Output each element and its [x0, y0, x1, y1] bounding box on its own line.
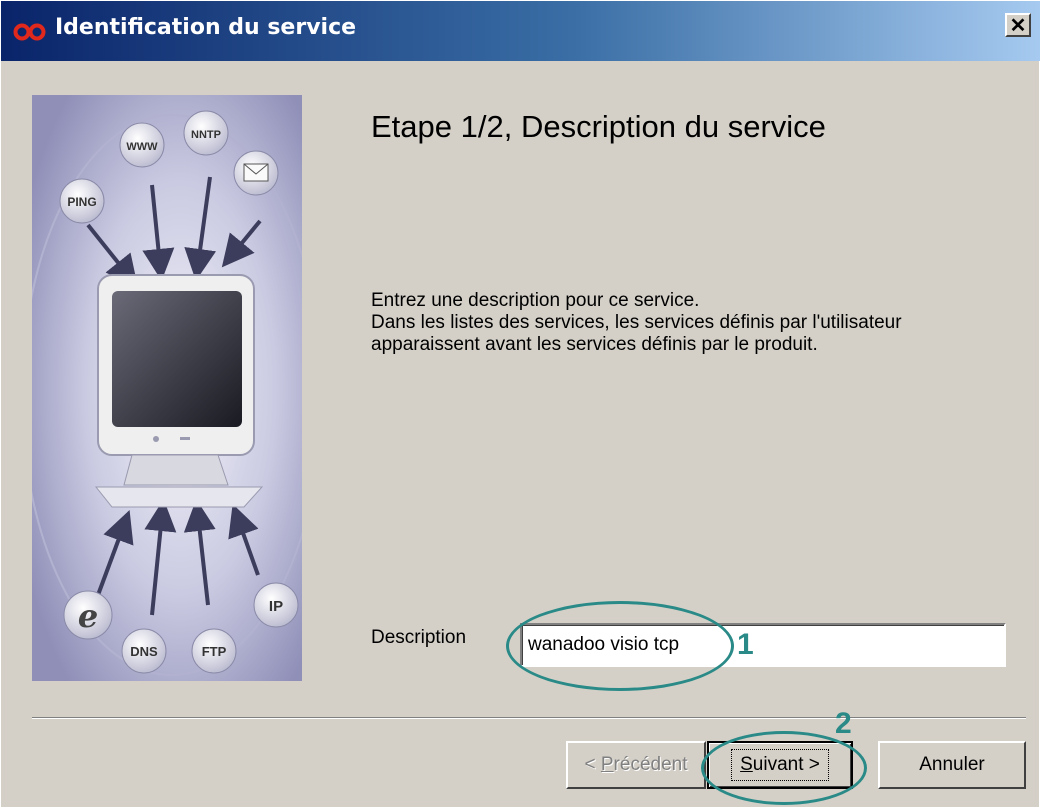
svg-text:e: e [78, 597, 98, 635]
next-label: uivant > [752, 754, 820, 775]
bubble-label-ping: PING [67, 195, 96, 209]
window-title: Identification du service [55, 15, 357, 40]
infinity-logo-icon [13, 23, 46, 41]
close-icon: ✕ [1009, 14, 1027, 37]
previous-prefix: < [584, 754, 601, 775]
description-line-2: Dans les listes des services, les servic… [371, 312, 902, 333]
separator [32, 717, 1026, 719]
cancel-label: Annuler [919, 754, 985, 775]
ping-bubble: PING [59, 178, 105, 224]
bubble-label-dns: DNS [130, 644, 158, 659]
annotation-number-1: 1 [737, 628, 754, 661]
ftp-bubble: FTP [191, 628, 237, 674]
description-input[interactable] [520, 623, 1006, 667]
next-accel: S [740, 754, 753, 775]
previous-label: récédent [613, 754, 688, 775]
dns-bubble: DNS [121, 628, 167, 674]
bubble-label-ftp: FTP [202, 644, 227, 659]
internet-explorer-icon: e [63, 590, 113, 640]
mail-icon [233, 150, 279, 196]
bubble-label-ip: IP [269, 598, 283, 615]
bubble-label-www: WWW [126, 141, 158, 153]
step-heading: Etape 1/2, Description du service [371, 109, 826, 144]
previous-accel: P [600, 754, 614, 775]
previous-button[interactable]: < Précédent [566, 741, 706, 789]
ip-bubble: IP [253, 582, 299, 628]
next-button[interactable]: Suivant > [707, 741, 853, 789]
annotation-number-2: 2 [835, 707, 852, 740]
title-bar[interactable]: Identification du service ✕ [1, 1, 1040, 61]
nntp-bubble: NNTP [183, 110, 229, 156]
description-line-3: apparaissent avant les services définis … [371, 334, 818, 355]
dialog-window: Identification du service ✕ WWW NNTP PIN… [0, 0, 1040, 808]
bubble-label-nntp: NNTP [191, 129, 221, 141]
cancel-button[interactable]: Annuler [878, 741, 1026, 789]
description-line-1: Entrez une description pour ce service. [371, 290, 700, 311]
wizard-side-image: WWW NNTP PING e IP DNS FTP [32, 95, 302, 681]
www-bubble: WWW [119, 122, 165, 168]
step-description: Entrez une description pour ce service. … [371, 290, 902, 356]
description-label: Description [371, 627, 467, 648]
close-button[interactable]: ✕ [1005, 13, 1031, 37]
